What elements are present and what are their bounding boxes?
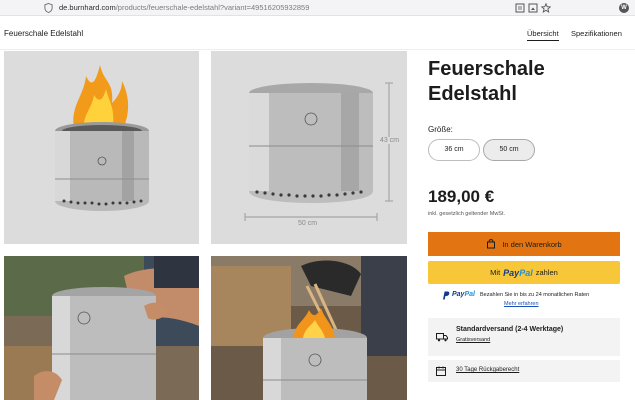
- fire-pit-dimensions-illustration: [211, 51, 407, 244]
- returns-info-box: 30 Tage Rückgaberecht: [428, 360, 620, 382]
- shopping-bag-icon: [487, 239, 496, 249]
- product-name-line2: Edelstahl: [428, 83, 517, 105]
- account-avatar[interactable]: W: [619, 3, 629, 13]
- shipping-info-box: Standardversand (2-4 Werktage) Gratisver…: [428, 318, 620, 356]
- lifestyle-fire-illustration: [211, 256, 407, 400]
- bookmark-star-icon[interactable]: [541, 3, 551, 13]
- paypal-wordmark: PayPal: [503, 267, 533, 278]
- add-to-cart-label: In den Warenkorb: [502, 239, 562, 249]
- paypal-suffix: zahlen: [535, 268, 558, 277]
- site-header: Feuerschale Edelstahl Übersicht Spezifik…: [0, 17, 635, 50]
- url-text[interactable]: de.burnhard.com/products/feuerschale-ede…: [59, 3, 309, 12]
- product-image-flames[interactable]: [4, 51, 199, 244]
- paypal-installments-text: Bezahlen Sie in bis zu 24 monatlichen Ra…: [480, 292, 590, 298]
- size-label: Größe:: [428, 125, 453, 134]
- header-product-title: Feuerschale Edelstahl: [4, 29, 84, 38]
- dimension-height-label: 43 cm: [380, 137, 400, 144]
- shield-icon: [44, 3, 53, 13]
- add-to-cart-button[interactable]: In den Warenkorb: [428, 232, 620, 256]
- paypal-learn-more-link[interactable]: Mehr erfahren: [504, 301, 539, 307]
- delivery-truck-icon: [436, 333, 448, 342]
- browser-url-bar[interactable]: de.burnhard.com/products/feuerschale-ede…: [0, 0, 635, 16]
- paypal-checkout-button[interactable]: Mit PayPal zahlen: [428, 261, 620, 284]
- fire-pit-flames-illustration: [4, 51, 199, 244]
- paypal-prefix: Mit: [490, 268, 501, 277]
- product-image-lifestyle-fire[interactable]: [211, 256, 407, 400]
- paypal-p-icon: [443, 291, 450, 300]
- product-price: 189,00 €: [428, 187, 495, 206]
- product-name: Feuerschale Edelstahl: [428, 57, 628, 107]
- dimension-width-label: 50 cm: [298, 220, 318, 227]
- lifestyle-hands-illustration: [4, 256, 199, 400]
- reader-view-icon[interactable]: [515, 3, 525, 13]
- product-name-line1: Feuerschale: [428, 58, 545, 80]
- nav-overview-link[interactable]: Übersicht: [527, 29, 559, 41]
- calendar-icon: [436, 366, 446, 376]
- returns-policy-link[interactable]: 30 Tage Rückgaberecht: [456, 367, 519, 373]
- shipping-title: Standardversand (2-4 Werktage): [456, 326, 564, 333]
- screenshot-icon[interactable]: [528, 3, 538, 13]
- free-shipping-link[interactable]: Gratisversand: [456, 337, 490, 343]
- nav-specifications-link[interactable]: Spezifikationen: [571, 29, 622, 38]
- tax-note: inkl. gesetzlich geltender MwSt.: [428, 211, 506, 217]
- size-option-36cm[interactable]: 36 cm: [428, 139, 480, 161]
- product-image-dimensions[interactable]: 43 cm 50 cm: [211, 51, 407, 244]
- product-image-lifestyle-hands[interactable]: [4, 256, 199, 400]
- size-option-50cm[interactable]: 50 cm: [483, 139, 535, 161]
- paypal-logo-text: PayPal: [452, 291, 475, 298]
